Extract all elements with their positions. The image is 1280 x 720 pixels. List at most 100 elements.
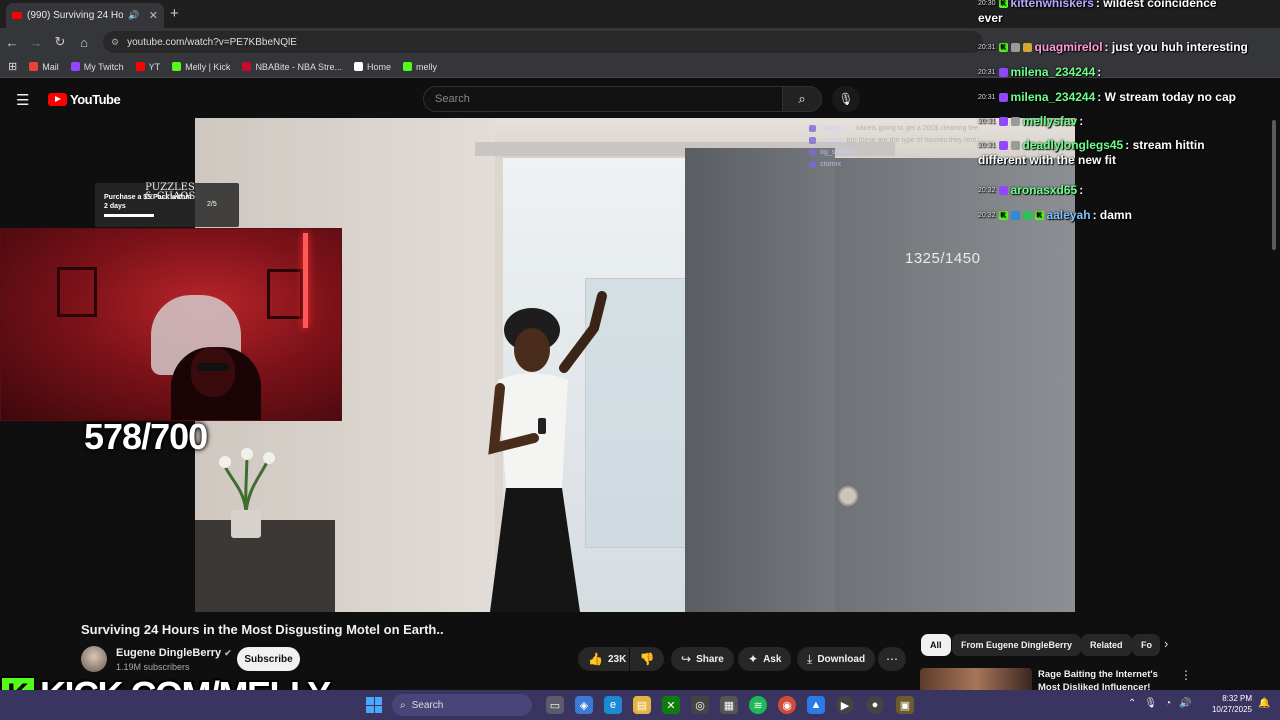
chat-badge-icon xyxy=(809,160,816,168)
embedded-chat-text: kanels going to get a 200$ cleaning fee xyxy=(856,124,979,132)
windows-start-icon[interactable] xyxy=(366,697,382,713)
youtube-logo[interactable]: YouTube xyxy=(48,92,121,107)
bookmark-item[interactable]: Mail xyxy=(29,62,59,72)
chat-badge-icon xyxy=(809,136,816,144)
channel-name[interactable]: Eugene DingleBerry ✔ xyxy=(116,647,232,659)
taskbar-search[interactable]: ⌕ Search xyxy=(392,694,532,716)
url-bar[interactable]: ⚙ youtube.com/watch?v=PE7KBbeNQlE xyxy=(103,31,983,53)
video-title: Surviving 24 Hours in the Most Disgustin… xyxy=(81,622,444,637)
like-button[interactable]: 👍 23K xyxy=(578,647,629,671)
clock[interactable]: 8:32 PM 10/27/2025 xyxy=(1208,693,1252,715)
bookmark-label: NBABite - NBA Stre... xyxy=(255,61,342,72)
apps-grid-icon[interactable]: ⊞ xyxy=(8,60,17,73)
embedded-chat-line: stormx xyxy=(809,158,979,170)
download-button[interactable]: ⤓ Download xyxy=(797,647,876,671)
bookmark-item[interactable]: Home xyxy=(353,62,391,72)
bookmark-favicon-icon xyxy=(242,62,252,71)
file-explorer-icon[interactable]: ▤ xyxy=(633,696,651,714)
task-view-icon[interactable]: ▭ xyxy=(546,696,564,714)
back-icon[interactable]: ← xyxy=(0,35,24,50)
chip-for-you[interactable]: Fo xyxy=(1132,634,1160,656)
chat-badge-icon: K xyxy=(998,0,1008,9)
volume-icon[interactable]: 🔊 xyxy=(1179,698,1191,709)
menu-icon[interactable]: ☰ xyxy=(16,91,29,109)
obs-icon[interactable]: ● xyxy=(866,696,884,714)
steam-icon[interactable]: ◎ xyxy=(691,696,709,714)
video-overlay-counter: 1325/1450 xyxy=(905,250,981,267)
recommended-thumbnail[interactable] xyxy=(920,668,1032,692)
home-icon[interactable]: ⌂ xyxy=(72,35,96,50)
chat-username: milena_234244 xyxy=(1010,90,1096,104)
forward-icon[interactable]: → xyxy=(24,35,48,50)
chip-related[interactable]: Related xyxy=(1081,634,1132,656)
bookmark-label: melly xyxy=(415,61,437,72)
search-button[interactable]: ⌕ xyxy=(782,86,822,112)
media-player-icon[interactable]: ▶ xyxy=(836,696,854,714)
chat-badge-icon: K xyxy=(1034,211,1044,221)
site-info-icon[interactable]: ⚙ xyxy=(111,37,119,48)
subscribe-button[interactable]: Subscribe xyxy=(237,647,300,671)
more-icon: ⋯ xyxy=(886,652,898,666)
youtube-favicon-icon xyxy=(12,12,22,19)
bookmark-item[interactable]: melly xyxy=(402,61,437,72)
chat-timestamp: 20:32 xyxy=(978,212,996,220)
youtube-play-icon xyxy=(48,93,67,106)
ask-button[interactable]: ✦ Ask xyxy=(738,647,792,671)
chip-from-channel[interactable]: From Eugene DingleBerry xyxy=(952,634,1082,656)
chat-badge-icon xyxy=(998,186,1008,196)
reload-icon[interactable]: ↻ xyxy=(48,34,72,50)
chevron-right-icon[interactable]: › xyxy=(1164,636,1168,651)
edge-icon[interactable]: e xyxy=(604,696,622,714)
video-plant-pot xyxy=(231,510,261,538)
bookmark-item[interactable]: YT xyxy=(135,62,160,72)
scrollbar[interactable] xyxy=(1272,120,1276,250)
notification-bell-icon[interactable]: 🔔 xyxy=(1258,698,1270,709)
photos-icon[interactable]: ▲ xyxy=(807,696,825,714)
ask-label: Ask xyxy=(763,653,782,665)
chevron-up-icon[interactable]: ⌃ xyxy=(1128,698,1136,709)
browser-tab-active[interactable]: (990) Surviving 24 Hours in 🔊 ✕ xyxy=(6,3,164,28)
webcam-wall-frame xyxy=(57,267,97,317)
chrome-icon[interactable]: ◉ xyxy=(778,696,796,714)
dislike-button[interactable]: 👎 xyxy=(630,647,664,671)
wifi-icon[interactable]: ◔ xyxy=(1165,698,1171,709)
copilot-icon[interactable]: ◈ xyxy=(575,696,593,714)
recommended-title[interactable]: Rage Baiting the Internet's Most Dislike… xyxy=(1038,668,1178,692)
system-tray[interactable]: ⌃ 🎙 ◔ 🔊 xyxy=(1128,698,1192,709)
goal-counter: 578/700 xyxy=(84,416,208,457)
more-actions-button[interactable]: ⋯ xyxy=(878,647,906,671)
app-icon[interactable]: ▣ xyxy=(896,696,914,714)
bookmark-item[interactable]: NBABite - NBA Stre... xyxy=(242,62,342,72)
chat-badge-icon: K xyxy=(998,43,1008,53)
xbox-icon[interactable]: ✕ xyxy=(662,696,680,714)
video-cabinet xyxy=(195,520,335,612)
share-button[interactable]: ↪ Share xyxy=(671,647,734,671)
video-plant xyxy=(219,448,275,512)
chat-message: 20:31 mellysfav: xyxy=(978,114,1083,128)
voice-search-button[interactable]: 🎙 xyxy=(832,86,860,112)
bookmark-item[interactable]: My Twitch xyxy=(70,62,124,72)
screen: (990) Surviving 24 Hours in 🔊 ✕ + ← → ↻ … xyxy=(0,0,1280,720)
channel-avatar[interactable] xyxy=(81,646,107,672)
windows-taskbar: ⌕ Search ▭ ◈ e ▤ ✕ ◎ ▦ ≋ ◉ ▲ ▶ ● ▣ ⌃ 🎙 ◔ … xyxy=(0,690,1280,720)
bookmark-item[interactable]: Melly | Kick xyxy=(172,62,230,72)
close-tab-icon[interactable]: ✕ xyxy=(149,9,158,22)
streamer-webcam xyxy=(0,228,342,421)
new-tab-button[interactable]: + xyxy=(170,5,179,22)
share-label: Share xyxy=(696,653,724,665)
mic-icon[interactable]: 🎙 xyxy=(1144,698,1157,709)
speaker-icon[interactable]: 🔊 xyxy=(128,10,139,21)
chip-all[interactable]: All xyxy=(921,634,951,656)
bookmark-favicon-icon xyxy=(70,62,80,71)
chat-badge-icon xyxy=(1022,211,1032,221)
store-icon[interactable]: ▦ xyxy=(720,696,738,714)
stream-ad: PUZZLES & CHAOS Purchase a $5 Pack withi… xyxy=(95,183,239,227)
bookmark-favicon-icon xyxy=(29,62,39,71)
more-vert-icon[interactable]: ⋮ xyxy=(1180,668,1192,682)
search-input[interactable]: Search xyxy=(423,86,783,112)
chat-message: 20:31 milena_234244: W stream today no ca… xyxy=(978,90,1236,104)
embedded-chat-line: og_shadow xyxy=(809,146,979,158)
chat-timestamp: 20:31 xyxy=(978,69,996,77)
spotify-icon[interactable]: ≋ xyxy=(749,696,767,714)
embedded-chat-user: og_shadow xyxy=(820,148,856,156)
